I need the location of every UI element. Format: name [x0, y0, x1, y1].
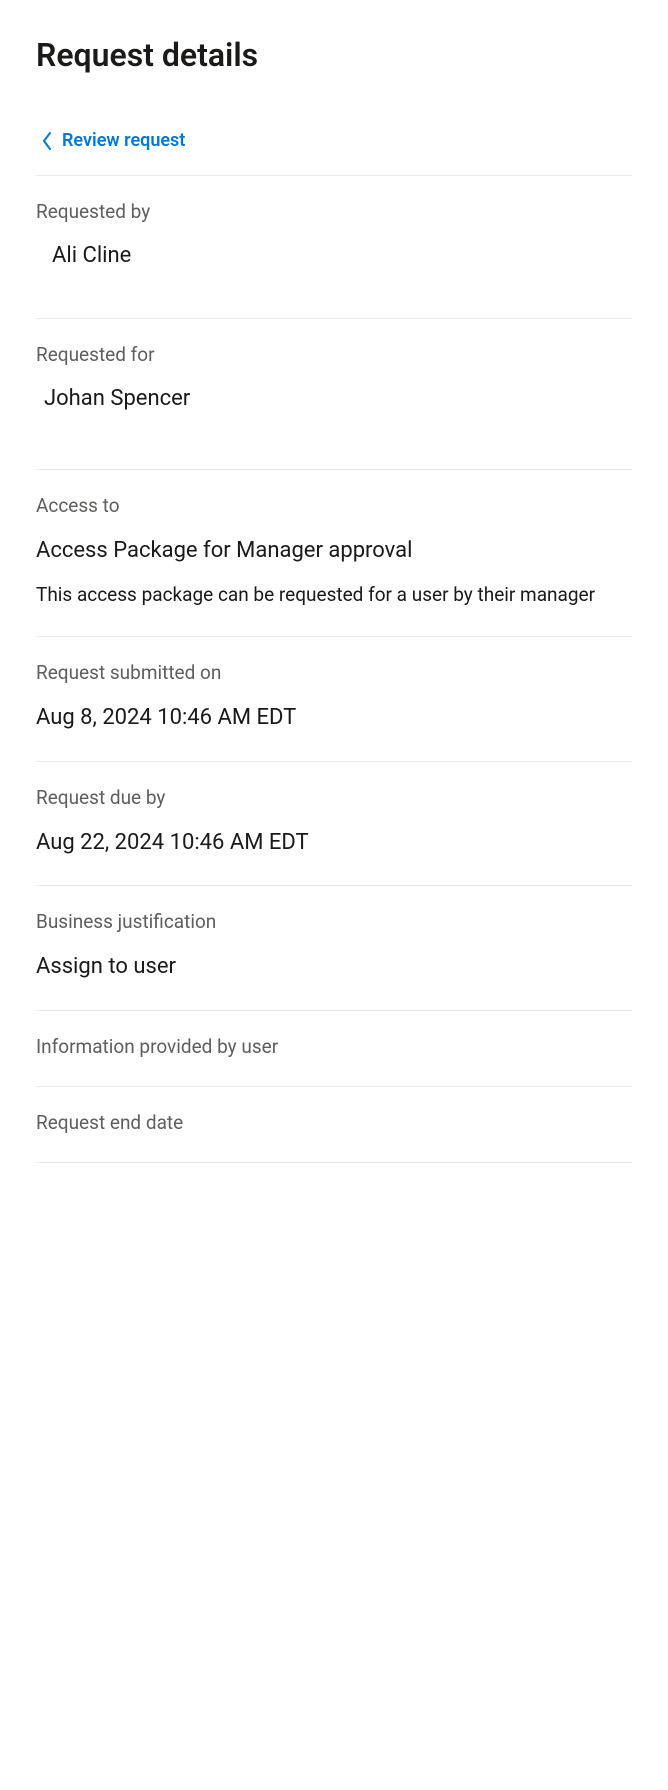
review-request-label: Review request — [62, 130, 185, 151]
label-requested-by: Requested by — [36, 200, 632, 223]
section-due-by: Request due by Aug 22, 2024 10:46 AM EDT — [36, 762, 632, 887]
value-due-by: Aug 22, 2024 10:46 AM EDT — [36, 829, 632, 858]
label-submitted-on: Request submitted on — [36, 661, 632, 684]
value-justification: Assign to user — [36, 953, 632, 982]
section-submitted-on: Request submitted on Aug 8, 2024 10:46 A… — [36, 637, 632, 762]
value-submitted-on: Aug 8, 2024 10:46 AM EDT — [36, 704, 632, 733]
value-requested-for-name: Johan Spencer — [44, 386, 632, 411]
value-access-to-title: Access Package for Manager approval — [36, 537, 632, 566]
value-requested-by-name: Ali Cline — [52, 243, 632, 268]
label-requested-for: Requested for — [36, 343, 632, 366]
page-title: Request details — [36, 36, 632, 74]
value-access-to-description: This access package can be requested for… — [36, 582, 632, 609]
section-access-to: Access to Access Package for Manager app… — [36, 470, 632, 637]
section-requested-for: Requested for Johan Spencer — [36, 319, 632, 470]
label-due-by: Request due by — [36, 786, 632, 809]
section-justification: Business justification Assign to user — [36, 886, 632, 1011]
label-access-to: Access to — [36, 494, 632, 517]
label-end-date: Request end date — [36, 1111, 632, 1134]
label-info-by-user: Information provided by user — [36, 1035, 632, 1058]
section-end-date: Request end date — [36, 1087, 632, 1163]
section-info-by-user: Information provided by user — [36, 1011, 632, 1087]
section-requested-by: Requested by Ali Cline — [36, 175, 632, 319]
chevron-left-icon — [40, 131, 54, 151]
review-request-link[interactable]: Review request — [36, 130, 185, 175]
label-justification: Business justification — [36, 910, 632, 933]
